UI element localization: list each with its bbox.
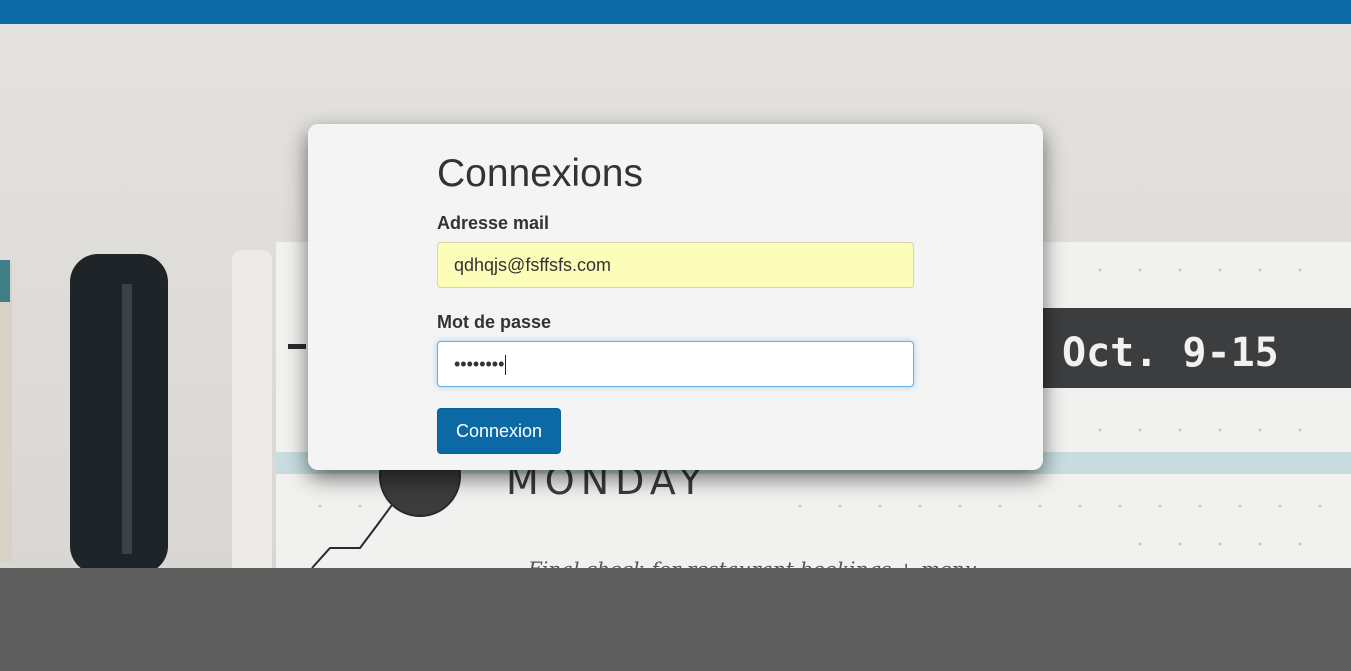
black-marker xyxy=(70,254,168,568)
login-card: Connexions Adresse mail Mot de passe •••… xyxy=(308,124,1043,470)
email-field[interactable] xyxy=(437,242,914,288)
login-form: Connexions Adresse mail Mot de passe •••… xyxy=(437,124,915,454)
password-label: Mot de passe xyxy=(437,312,552,332)
marker-highlight xyxy=(122,284,132,554)
page-footer xyxy=(0,568,1351,671)
password-field[interactable]: •••••••• xyxy=(437,341,914,387)
ink-dash xyxy=(288,344,306,349)
planner-note: Final check for restaurant bookings + me… xyxy=(527,557,977,568)
white-pen xyxy=(232,250,272,568)
text-caret xyxy=(505,355,507,376)
connexion-button[interactable]: Connexion xyxy=(437,408,562,454)
date-banner-text: Oct. 9-15 xyxy=(1062,330,1279,376)
top-navbar xyxy=(0,0,1351,24)
login-title: Connexions xyxy=(437,152,643,195)
pen-body-left xyxy=(0,262,12,562)
pen-cap-left xyxy=(0,260,10,302)
email-label: Adresse mail xyxy=(437,213,550,233)
password-masked-value: •••••••• xyxy=(454,354,505,374)
